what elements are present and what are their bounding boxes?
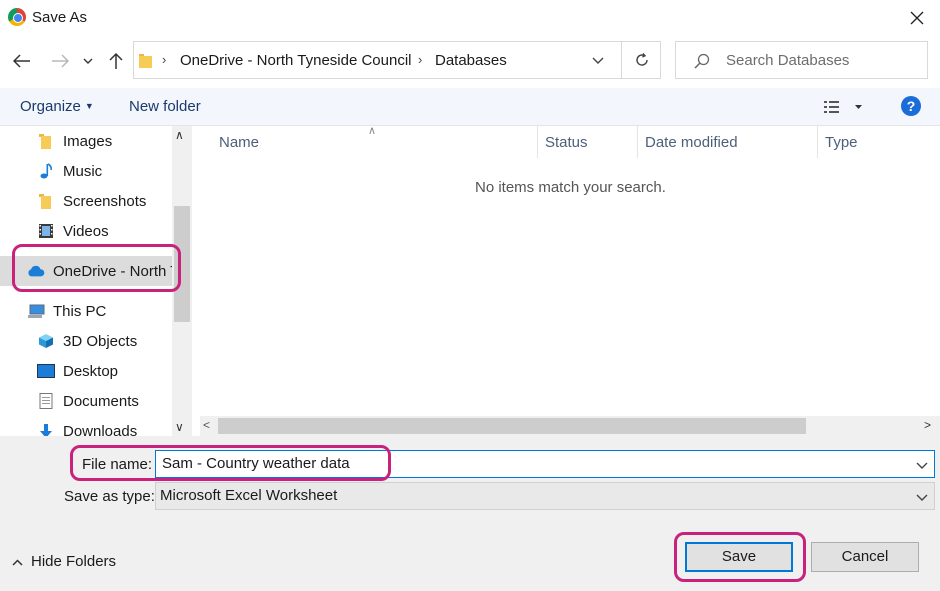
caret-down-icon: ▼ — [84, 101, 94, 111]
film-icon — [37, 222, 55, 240]
sidebar-item-label: 3D Objects — [63, 332, 138, 350]
horizontal-scrollbar-thumb[interactable] — [218, 418, 806, 434]
file-list: Name ∧ Status Date modified Type No item… — [193, 125, 940, 436]
hide-folders-button[interactable]: Hide Folders — [12, 553, 116, 570]
sort-ascending-icon: ∧ — [368, 125, 377, 137]
close-icon — [910, 11, 924, 25]
sidebar-item-images[interactable]: Images — [37, 126, 112, 156]
navigation-scrollbar-thumb[interactable] — [174, 206, 190, 322]
new-folder-button[interactable]: New folder — [129, 98, 201, 115]
arrow-right-icon — [52, 54, 69, 68]
refresh-button[interactable] — [621, 42, 661, 78]
details-view-icon — [824, 101, 862, 113]
sidebar-item-onedrive[interactable]: OneDrive - North Tyneside Council — [0, 256, 192, 286]
recent-locations-button[interactable] — [78, 48, 98, 74]
column-divider[interactable] — [637, 126, 638, 158]
sidebar-item-label: Screenshots — [63, 192, 147, 210]
chevron-down-icon — [916, 489, 928, 505]
computer-icon — [27, 302, 45, 320]
save-as-type-value: Microsoft Excel Worksheet — [160, 487, 338, 504]
organize-label: Organize — [20, 98, 81, 115]
refresh-icon — [635, 53, 648, 66]
back-button[interactable] — [9, 48, 35, 74]
sidebar-item-videos[interactable]: Videos — [37, 216, 109, 246]
close-button[interactable] — [894, 0, 940, 36]
sidebar-item-music[interactable]: Music — [37, 156, 102, 186]
organize-button[interactable]: Organize ▼ — [20, 98, 94, 115]
scroll-down-icon[interactable]: ∨ — [175, 420, 184, 434]
breadcrumb-onedrive[interactable]: OneDrive - North Tyneside Council — [180, 52, 412, 69]
up-button[interactable] — [103, 48, 129, 74]
forward-button[interactable] — [47, 48, 73, 74]
folder-icon — [37, 132, 55, 150]
column-header-status[interactable]: Status — [545, 134, 588, 158]
sidebar-item-downloads[interactable]: Downloads — [37, 416, 137, 436]
column-divider[interactable] — [537, 126, 538, 158]
arrow-left-icon — [13, 54, 30, 68]
download-arrow-icon — [37, 422, 55, 436]
cancel-button[interactable]: Cancel — [811, 542, 919, 572]
cloud-icon — [27, 262, 45, 280]
sidebar-item-documents[interactable]: Documents — [37, 386, 139, 416]
save-as-type-select[interactable]: Microsoft Excel Worksheet — [155, 482, 935, 510]
desktop-icon — [37, 362, 55, 380]
sidebar-item-desktop[interactable]: Desktop — [37, 356, 118, 386]
help-button[interactable]: ? — [901, 96, 921, 116]
scroll-left-icon[interactable]: < — [203, 418, 210, 432]
breadcrumb-separator-icon: › — [162, 52, 167, 67]
search-icon — [694, 53, 710, 69]
hide-folders-label: Hide Folders — [31, 553, 117, 570]
column-divider[interactable] — [817, 126, 818, 158]
sidebar-item-label: Images — [63, 132, 113, 150]
sidebar-item-label: Videos — [63, 222, 109, 240]
scroll-right-icon[interactable]: > — [924, 418, 931, 432]
empty-folder-message: No items match your search. — [475, 179, 666, 196]
save-button[interactable]: Save — [685, 542, 793, 572]
folder-icon — [139, 54, 152, 68]
sidebar-item-label: This PC — [53, 302, 107, 320]
music-note-icon — [37, 162, 55, 180]
address-dropdown-button[interactable] — [590, 54, 606, 68]
chevron-down-icon[interactable] — [916, 457, 928, 473]
sidebar-item-label: Desktop — [63, 362, 119, 380]
command-toolbar: Organize ▼ New folder ? — [0, 88, 940, 126]
view-options-button[interactable] — [822, 98, 868, 116]
folder-icon — [37, 192, 55, 210]
navigation-pane: Images Music Screenshots Videos OneDrive… — [0, 126, 192, 436]
breadcrumb-separator-icon: › — [418, 52, 423, 67]
sidebar-item-this-pc[interactable]: This PC — [27, 296, 106, 326]
document-icon — [37, 392, 55, 410]
chevron-down-icon — [592, 57, 604, 64]
column-header-name[interactable]: Name — [219, 134, 259, 158]
filename-input[interactable]: Sam - Country weather data — [155, 450, 935, 478]
column-header-type[interactable]: Type — [825, 134, 858, 158]
address-bar[interactable]: › OneDrive - North Tyneside Council › Da… — [133, 41, 661, 79]
search-input[interactable]: Search Databases — [675, 41, 928, 79]
chevron-down-icon — [83, 58, 93, 64]
sidebar-item-label: Downloads — [63, 422, 138, 437]
scroll-up-icon[interactable]: ∧ — [175, 128, 184, 142]
filename-value: Sam - Country weather data — [162, 455, 350, 472]
arrow-up-icon — [109, 52, 123, 69]
sidebar-item-screenshots[interactable]: Screenshots — [37, 186, 146, 216]
window-title: Save As — [32, 9, 88, 26]
chevron-up-icon — [12, 553, 23, 570]
filename-label: File name: — [82, 456, 153, 473]
breadcrumb-databases[interactable]: Databases — [435, 52, 507, 69]
search-placeholder: Search Databases — [726, 52, 850, 69]
chrome-icon — [8, 8, 26, 26]
cube-icon — [37, 332, 55, 350]
sidebar-item-label: Documents — [63, 392, 139, 410]
column-header-date-modified[interactable]: Date modified — [645, 134, 738, 158]
title-bar: Save As — [0, 0, 940, 36]
sidebar-item-label: Music — [63, 162, 103, 180]
sidebar-item-3d-objects[interactable]: 3D Objects — [37, 326, 137, 356]
save-as-type-label: Save as type: — [64, 488, 155, 505]
